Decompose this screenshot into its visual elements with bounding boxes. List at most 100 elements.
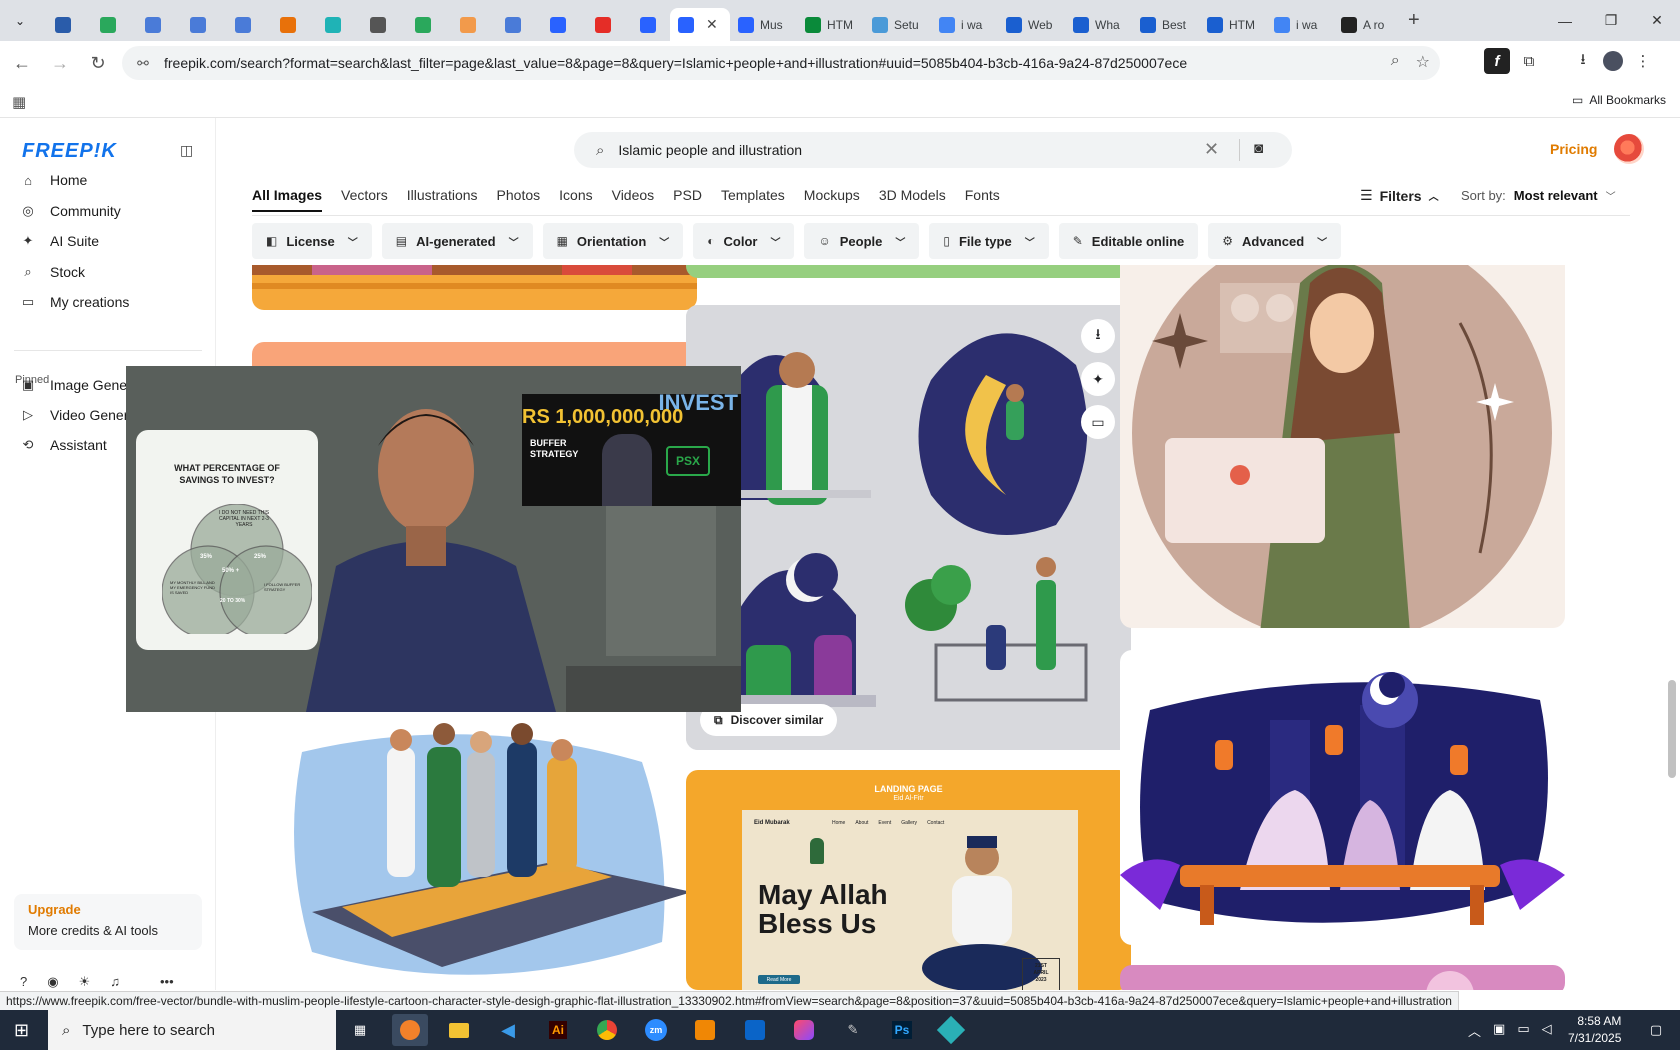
help-icon[interactable]: ? (20, 974, 27, 990)
download-card-icon[interactable]: ⭳ (1081, 319, 1115, 353)
result-card[interactable] (252, 265, 697, 310)
extensions-puzzle-icon[interactable]: ⧉ (1514, 46, 1544, 76)
url-text[interactable]: freepik.com/search?format=search&last_fi… (164, 55, 1187, 71)
browser-tab[interactable]: Web (998, 8, 1065, 41)
theme-sun-icon[interactable]: ☀ (79, 974, 91, 990)
browser-tab[interactable]: i wa (1266, 8, 1333, 41)
browser-tab[interactable] (535, 8, 580, 41)
pinned-item-assistant[interactable]: ⟲ Assistant (20, 435, 107, 455)
extension-f-icon[interactable]: f (1484, 48, 1510, 74)
task-view-icon[interactable]: ▦ (342, 1014, 378, 1046)
tray-chevron-up-icon[interactable]: ︿ (1468, 1021, 1481, 1040)
filter-file-type[interactable]: ▯ File type ﹀ (929, 223, 1049, 259)
filter-editable-online[interactable]: ✎ Editable online (1058, 223, 1199, 259)
filter-color[interactable]: ◐ Color ﹀ (693, 223, 795, 259)
pen-tool-icon[interactable]: ✎ (835, 1014, 871, 1046)
result-card[interactable] (1120, 965, 1565, 990)
tab-illustrations[interactable]: Illustrations (407, 187, 478, 212)
result-card-muslim-men-praying[interactable] (252, 712, 697, 990)
tab-fonts[interactable]: Fonts (965, 187, 1000, 212)
tab-search-chevron-icon[interactable]: ⌄ (8, 9, 32, 33)
result-card[interactable] (686, 265, 1131, 278)
browser-menu-icon[interactable]: ⋮ (1628, 46, 1658, 76)
sidebar-item-home[interactable]: ⌂ Home (20, 170, 87, 190)
browser-tab[interactable]: Best (1132, 8, 1199, 41)
search-bar[interactable]: ⌕ Islamic people and illustration ✕ ◙ (574, 132, 1292, 168)
browser-tab[interactable]: i wa (931, 8, 998, 41)
browser-tab[interactable] (490, 8, 535, 41)
more-dots-icon[interactable]: ••• (160, 974, 174, 990)
page-scrollbar-thumb[interactable] (1668, 680, 1676, 778)
tab-videos[interactable]: Videos (612, 187, 655, 212)
forward-arrow-icon[interactable]: → (44, 47, 76, 79)
outlook-icon[interactable] (737, 1014, 773, 1046)
upgrade-card[interactable]: Upgrade More credits & AI tools (14, 894, 202, 950)
photoshop-icon[interactable]: Ps (884, 1014, 920, 1046)
filter-orientation[interactable]: ▦ Orientation ﹀ (542, 223, 684, 259)
browser-tab[interactable] (400, 8, 445, 41)
browser-tab[interactable] (130, 8, 175, 41)
result-card-landing-page[interactable]: LANDING PAGE Eid Al-Fitr Eid Mubarak Hom… (686, 770, 1131, 990)
browser-tab[interactable] (175, 8, 220, 41)
browser-tab[interactable] (355, 8, 400, 41)
browser-tab[interactable] (220, 8, 265, 41)
sidebar-item-community[interactable]: ◎ Community (20, 201, 120, 221)
browser-tab[interactable]: Setu (864, 8, 931, 41)
save-collection-icon[interactable]: ▭ (1081, 405, 1115, 439)
camera-search-icon[interactable]: ◙ (1254, 140, 1263, 157)
firefox-taskbar-icon[interactable] (392, 1014, 428, 1046)
file-explorer-icon[interactable] (441, 1014, 477, 1046)
reload-icon[interactable]: ↻ (82, 47, 114, 79)
pricing-link[interactable]: Pricing (1550, 141, 1597, 157)
user-avatar[interactable] (1614, 134, 1644, 164)
tray-volume-icon[interactable]: ◁ (1542, 1021, 1552, 1040)
illustrator-icon[interactable]: Ai (540, 1014, 576, 1046)
tab-psd[interactable]: PSD (673, 187, 702, 212)
sort-dropdown[interactable]: Sort by: Most relevant ﹀ (1461, 188, 1616, 203)
browser-tab[interactable] (40, 8, 85, 41)
ai-edit-sparkle-icon[interactable]: ✦ (1081, 362, 1115, 396)
tab-all-images[interactable]: All Images (252, 187, 323, 212)
pinned-item-image-genera[interactable]: ▣ Image Genera (20, 375, 140, 395)
result-card-woman-laptop[interactable] (1120, 265, 1565, 628)
creative-cloud-icon[interactable] (786, 1014, 822, 1046)
drawio-icon[interactable] (687, 1014, 723, 1046)
all-bookmarks[interactable]: ▭ All Bookmarks (1572, 93, 1666, 107)
address-bar[interactable]: ⚯ freepik.com/search?format=search&last_… (122, 46, 1440, 80)
clear-search-icon[interactable]: ✕ (1204, 139, 1219, 160)
tab-3d-models[interactable]: 3D Models (879, 187, 946, 212)
tray-network-icon[interactable]: ▣ (1493, 1021, 1505, 1040)
freepik-logo[interactable]: FREEP!K (22, 140, 117, 163)
tab-close-icon[interactable]: ✕ (706, 16, 718, 33)
notification-bell-icon[interactable]: ♫ (110, 974, 120, 990)
new-tab-plus-icon[interactable]: + (1408, 9, 1420, 32)
filters-toggle[interactable]: ☰ Filters ︿ (1360, 187, 1439, 204)
sidebar-item-stock[interactable]: ⌕ Stock (20, 262, 85, 282)
filter-people[interactable]: ☺ People ﹀ (804, 223, 920, 259)
sidebar-item-ai-suite[interactable]: ✦ AI Suite (20, 231, 99, 251)
result-card-muslim-lifestyle-bundle[interactable]: ⭳ ✦ ▭ ⧉ Discover similar (686, 305, 1131, 750)
browser-tab[interactable]: A ro (1333, 8, 1400, 41)
tab-mockups[interactable]: Mockups (804, 187, 860, 212)
restore-icon[interactable]: ❐ (1588, 0, 1634, 41)
filter-advanced[interactable]: ⚙ Advanced ﹀ (1208, 223, 1342, 259)
browser-tab[interactable]: Mus (730, 8, 797, 41)
filter-license[interactable]: ◧ License ﹀ (252, 223, 372, 259)
app-gem-icon[interactable] (933, 1014, 969, 1046)
vscode-icon[interactable]: ◀ (490, 1014, 526, 1046)
picture-in-picture-video[interactable]: WHAT PERCENTAGE OF SAVINGS TO INVEST? I … (126, 366, 741, 712)
taskbar-search[interactable]: ⌕ Type here to search (48, 1010, 336, 1050)
tab-icons[interactable]: Icons (559, 187, 592, 212)
bookmark-star-icon[interactable]: ☆ (1416, 52, 1430, 72)
browser-tab[interactable] (265, 8, 310, 41)
browser-tab[interactable] (625, 8, 670, 41)
pinned-item-video-genera[interactable]: ▷ Video Genera (20, 405, 136, 425)
site-info-icon[interactable]: ⚯ (128, 55, 158, 72)
sidebar-item-my-creations[interactable]: ▭ My creations (20, 292, 130, 312)
taskbar-clock[interactable]: 8:58 AM 7/31/2025 (1568, 1013, 1621, 1047)
browser-tab-active[interactable]: ✕ (670, 8, 730, 41)
search-input[interactable]: Islamic people and illustration (618, 142, 802, 158)
browser-tab[interactable]: Wha (1065, 8, 1132, 41)
page-scrollbar-track[interactable] (1664, 118, 1680, 990)
browser-tab[interactable] (445, 8, 490, 41)
